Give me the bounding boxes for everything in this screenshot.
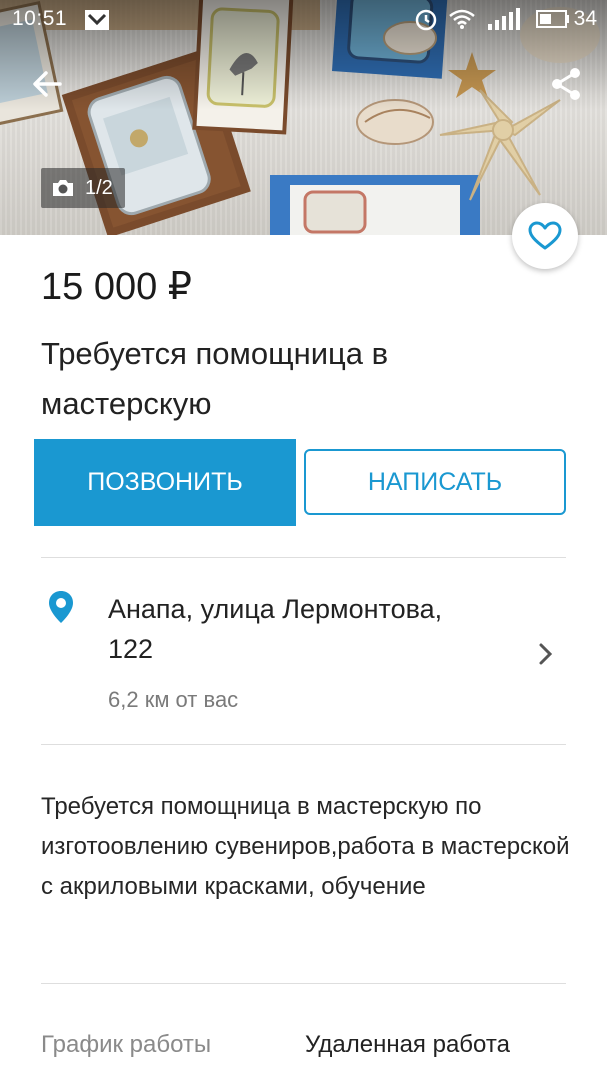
- call-button[interactable]: ПОЗВОНИТЬ: [34, 439, 296, 526]
- location-distance: 6,2 км от вас: [108, 687, 239, 712]
- listing-description: Требуется помощница в мастерскую по изго…: [41, 793, 570, 900]
- camera-icon: [53, 180, 73, 196]
- listing-price: 15 000 ₽: [41, 266, 192, 308]
- photo-counter: 1/2: [41, 168, 125, 208]
- divider: [41, 557, 566, 558]
- status-bar: 10:51 34: [0, 0, 607, 38]
- schedule-label: График работы: [41, 1031, 212, 1058]
- photo-counter-text: 1/2: [85, 176, 113, 199]
- alarm-icon: [415, 9, 436, 31]
- notification-icon: [85, 10, 109, 30]
- signal-icon: [487, 8, 520, 30]
- battery-level: 34: [573, 7, 597, 30]
- write-button[interactable]: НАПИСАТЬ: [304, 449, 566, 515]
- favorite-button[interactable]: [512, 203, 578, 269]
- listing-title: Требуется помощница в мастерскую: [41, 336, 389, 421]
- divider: [41, 744, 566, 745]
- divider: [41, 983, 566, 984]
- arrow-left-icon[interactable]: [30, 66, 66, 102]
- wifi-icon: [448, 9, 475, 29]
- battery-icon: [535, 10, 569, 28]
- chevron-right-icon: [539, 643, 553, 665]
- share-icon[interactable]: [548, 66, 584, 102]
- location-pin-icon: [49, 591, 73, 623]
- schedule-value: Удаленная работа: [305, 1031, 510, 1058]
- status-time: 10:51: [12, 7, 68, 30]
- location-address: Анапа, улица Лермонтова, 122: [108, 594, 443, 664]
- heart-outline-icon: [528, 221, 562, 250]
